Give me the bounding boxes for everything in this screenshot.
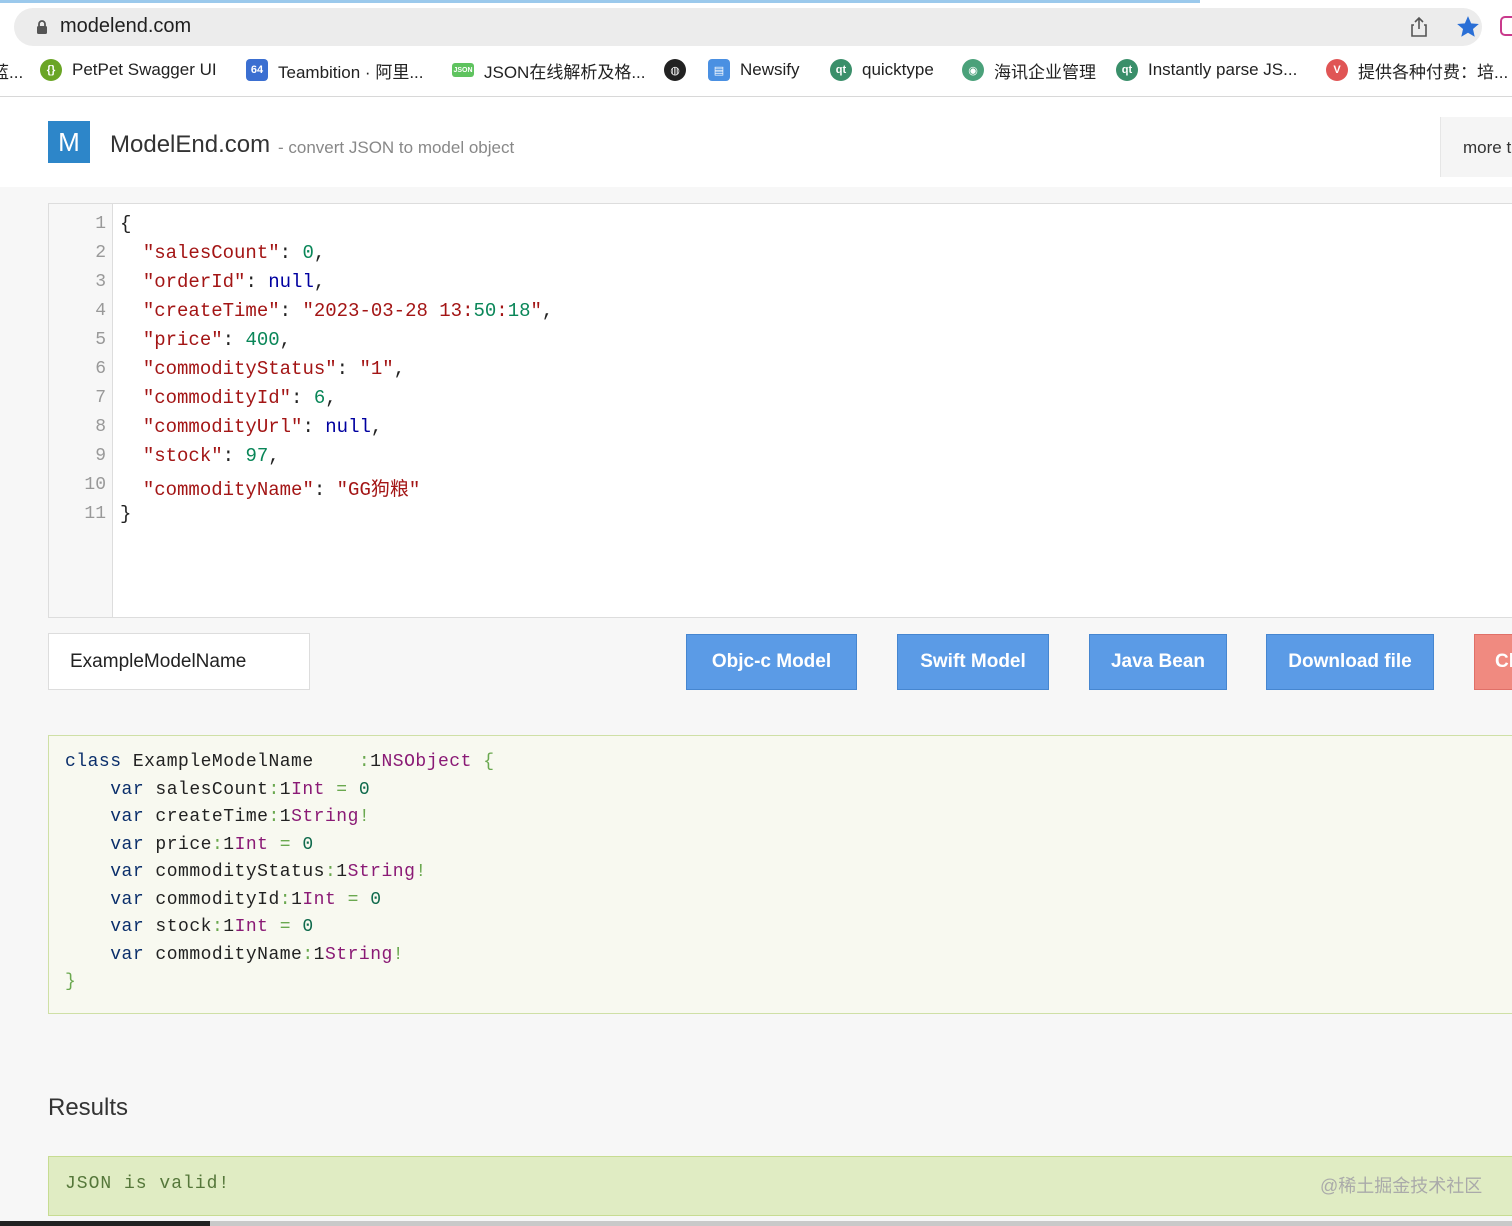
bookmark-item[interactable]: JSON JSON在线解析及格... [452, 56, 646, 84]
bookmark-item[interactable]: 64 Teambition · 阿里... [246, 56, 424, 84]
json-line[interactable]: "commodityUrl": null, [120, 416, 382, 438]
site-name[interactable]: ModelEnd.com [110, 131, 270, 159]
line-number: 5 [95, 330, 106, 350]
url-text[interactable]: modelend.com [60, 15, 191, 38]
json-line[interactable]: } [120, 503, 131, 525]
bookmark-item[interactable]: qt quicktype [830, 56, 934, 84]
bookmark-item[interactable]: {} PetPet Swagger UI [40, 56, 217, 84]
swift-model-button[interactable]: Swift Model [897, 634, 1049, 690]
result-message: JSON is valid! [65, 1174, 231, 1194]
bookmark-item[interactable]: ▤ Newsify [708, 56, 800, 84]
json-line[interactable]: "salesCount": 0, [120, 242, 325, 264]
emblem-icon: ◉ [962, 59, 984, 81]
line-number: 9 [95, 446, 106, 466]
results-heading: Results [48, 1094, 129, 1121]
json-icon: JSON [452, 63, 474, 77]
address-bar[interactable]: modelend.com [14, 8, 1482, 46]
teambition-icon: 64 [246, 59, 268, 81]
bookmark-label: JSON在线解析及格... [484, 62, 646, 82]
lock-icon [37, 20, 47, 34]
java-bean-button[interactable]: Java Bean [1089, 634, 1227, 690]
bookmark-item[interactable]: ◉ 海讯企业管理 [962, 56, 1096, 84]
bookmark-label: quicktype [862, 60, 934, 79]
page-load-progress [0, 0, 1200, 3]
code-line: class ExampleModelName :1NSObject { [65, 752, 495, 772]
line-number: 7 [95, 388, 106, 408]
taskbar-strip [0, 1221, 1512, 1226]
json-editor[interactable] [48, 203, 1512, 618]
bookmark-item[interactable]: V 提供各种付费：培... [1326, 56, 1508, 84]
line-number-gutter [49, 204, 113, 617]
swagger-icon: {} [40, 59, 62, 81]
line-number: 8 [95, 417, 106, 437]
json-line[interactable]: { [120, 213, 131, 235]
quicktype-icon: qt [1116, 59, 1138, 81]
code-line: var commodityName:1String! [110, 945, 405, 965]
v-icon: V [1326, 59, 1348, 81]
bookmark-label: Teambition · 阿里... [278, 62, 424, 82]
line-number: 10 [84, 475, 106, 495]
json-line[interactable]: "commodityName": "GG狗粮" [120, 474, 420, 501]
code-line: } [65, 972, 77, 992]
watermark: @稀土掘金技术社区 [1320, 1176, 1483, 1196]
result-message-box [48, 1156, 1512, 1216]
json-line[interactable]: "createTime": "2023-03-28 13:50:18", [120, 300, 554, 322]
line-number: 11 [84, 504, 106, 524]
code-line: var salesCount:1Int = 0 [110, 780, 371, 800]
globe-icon: ◍ [664, 59, 686, 81]
code-line: var commodityId:1Int = 0 [110, 890, 382, 910]
model-name-input[interactable] [48, 633, 310, 690]
line-number: 1 [95, 214, 106, 234]
json-line[interactable]: "price": 400, [120, 329, 291, 351]
bookmark-label: PetPet Swagger UI [72, 60, 217, 79]
line-number: 6 [95, 359, 106, 379]
bookmark-star-icon[interactable] [1455, 14, 1481, 40]
bookmark-label: 海讯企业管理 [994, 62, 1096, 82]
bookmark-item[interactable]: qt Instantly parse JS... [1116, 56, 1297, 84]
quicktype-icon: qt [830, 59, 852, 81]
bookmark-label: 提供各种付费：培... [1358, 62, 1509, 82]
code-line: var stock:1Int = 0 [110, 917, 314, 937]
json-line[interactable]: "commodityStatus": "1", [120, 358, 405, 380]
taskbar-segment [0, 1221, 210, 1226]
json-line[interactable]: "orderId": null, [120, 271, 325, 293]
objc-model-button[interactable]: Objc-c Model [686, 634, 857, 690]
code-line: var commodityStatus:1String! [110, 862, 427, 882]
more-tools-label[interactable]: more t [1463, 138, 1511, 158]
newsify-icon: ▤ [708, 59, 730, 81]
clear-button[interactable]: Cl [1474, 634, 1512, 690]
bookmark-item[interactable]: ◍ [664, 56, 696, 84]
bookmark-label: 蓝... [0, 62, 24, 82]
line-number: 2 [95, 243, 106, 263]
extension-icon[interactable] [1500, 16, 1512, 36]
line-number: 4 [95, 301, 106, 321]
share-icon[interactable] [1408, 16, 1430, 38]
site-tagline: - convert JSON to model object [278, 138, 515, 157]
code-line: var createTime:1String! [110, 807, 371, 827]
bookmark-label: Instantly parse JS... [1148, 60, 1298, 79]
download-file-button[interactable]: Download file [1266, 634, 1434, 690]
line-number: 3 [95, 272, 106, 292]
site-logo[interactable]: M [48, 121, 90, 163]
code-line: var price:1Int = 0 [110, 835, 314, 855]
bookmark-item[interactable]: 蓝... [0, 56, 23, 84]
bookmark-label: Newsify [740, 60, 800, 79]
json-line[interactable]: "commodityId": 6, [120, 387, 337, 409]
json-line[interactable]: "stock": 97, [120, 445, 280, 467]
